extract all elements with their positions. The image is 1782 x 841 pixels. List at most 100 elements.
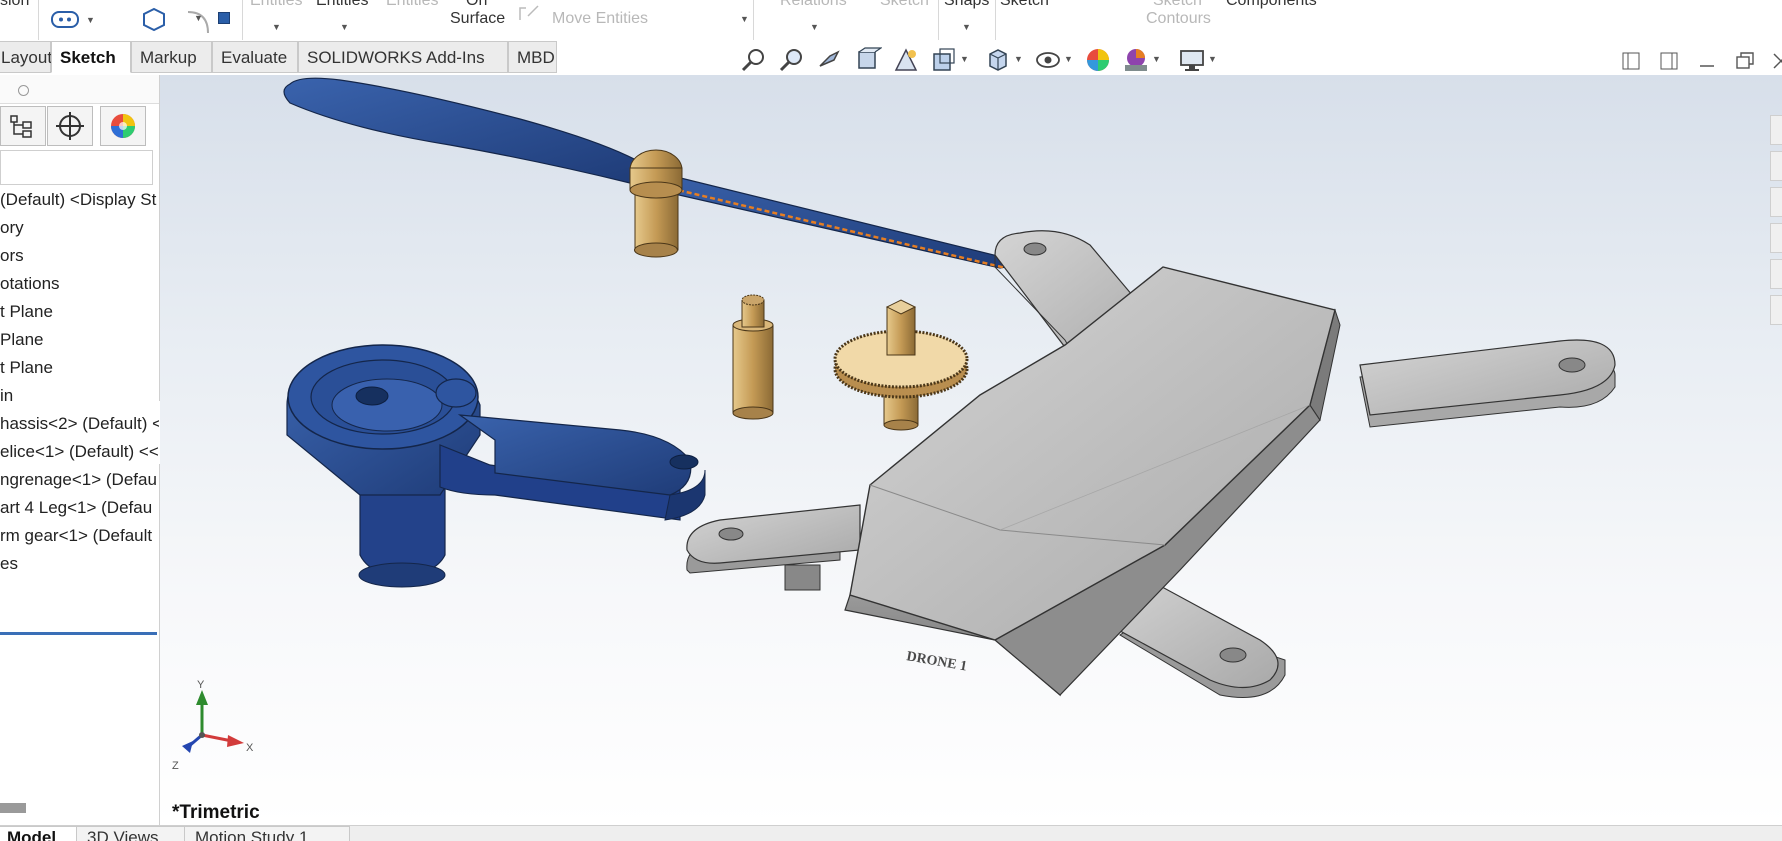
tab-model[interactable]: Model (0, 826, 78, 841)
ribbon-label-snaps[interactable]: Snaps (944, 0, 989, 10)
ribbon-label-entities[interactable]: Entities (386, 0, 438, 10)
apply-scene-icon[interactable] (1122, 46, 1150, 74)
crosshair-icon (56, 112, 84, 140)
tree-item-chassis[interactable]: hassis<2> (Default) < (0, 410, 159, 438)
featuremanager-tab[interactable] (0, 106, 46, 146)
tree-item-sensors[interactable]: ors (0, 242, 24, 270)
chevron-down-icon[interactable]: ▼ (740, 14, 749, 24)
tab-3d-views[interactable]: 3D Views (76, 826, 188, 841)
ribbon-label-components[interactable]: Components (1226, 0, 1317, 10)
chevron-down-icon[interactable]: ▼ (1014, 54, 1023, 64)
ribbon-separator (38, 0, 39, 40)
chevron-down-icon[interactable]: ▼ (340, 22, 349, 32)
triad-x-label: X (246, 742, 254, 754)
ribbon-label-contours[interactable]: Contours (1146, 10, 1211, 28)
collapse-panel-icon[interactable] (1620, 50, 1642, 72)
tree-item-helice[interactable]: elice<1> (Default) << (0, 438, 159, 466)
custom-properties-icon[interactable] (1770, 295, 1782, 325)
tree-item-front-plane[interactable]: t Plane (0, 298, 53, 326)
previous-view-icon[interactable] (816, 46, 844, 74)
tree-filter-input[interactable] (0, 150, 153, 185)
restore-icon[interactable] (1734, 50, 1756, 72)
chassis-engraving: DRONE 1 (905, 649, 968, 674)
chevron-down-icon[interactable]: ▼ (810, 22, 819, 32)
close-icon[interactable] (1770, 50, 1782, 72)
graphics-viewport[interactable]: DRONE 1 Y X Z (160, 75, 1782, 825)
ribbon-label-sketch[interactable]: Sketch (1000, 0, 1049, 10)
tab-markup[interactable]: Markup (131, 41, 212, 73)
display-style-icon[interactable] (984, 46, 1012, 74)
hide-show-items-icon[interactable] (1034, 46, 1062, 74)
chevron-down-icon[interactable]: ▼ (960, 54, 969, 64)
tab-mbd[interactable]: MBD (508, 41, 557, 73)
tab-motion-study-1[interactable]: Motion Study 1 (184, 826, 350, 841)
configuration-tab[interactable] (47, 106, 93, 146)
tab-solidworks-addins[interactable]: SOLIDWORKS Add-Ins (298, 41, 508, 73)
tree-item-engrenage[interactable]: ngrenage<1> (Defau (0, 466, 157, 494)
chassis-part[interactable]: DRONE 1 (686, 230, 1616, 698)
ribbon-separator (242, 0, 243, 40)
spur-gear-part[interactable] (833, 299, 969, 431)
ribbon-label-entities[interactable]: Entities (316, 0, 368, 10)
view-settings-icon[interactable] (1178, 46, 1206, 74)
chevron-down-icon[interactable]: ▼ (962, 22, 971, 32)
point-icon[interactable] (218, 12, 230, 24)
design-library-icon[interactable] (1770, 187, 1782, 217)
appearance-tab[interactable] (100, 106, 146, 146)
ribbon-separator (938, 0, 939, 40)
ribbon-label-sketch-contours[interactable]: Sketch (1153, 0, 1202, 10)
ribbon-label-entities[interactable]: Entities (250, 0, 302, 10)
expand-panel-icon[interactable] (1658, 50, 1680, 72)
tree-item-right-plane[interactable]: t Plane (0, 354, 53, 382)
pinion-shaft-part[interactable] (732, 294, 774, 420)
chevron-down-icon[interactable]: ▼ (194, 13, 203, 23)
edit-appearance-icon[interactable] (1084, 46, 1112, 74)
tree-item-display-states[interactable]: (Default) <Display St (0, 186, 156, 214)
tree-item-annotations[interactable]: otations (0, 270, 60, 298)
ribbon-label-relations[interactable]: Relations (780, 0, 847, 10)
chevron-down-icon[interactable]: ▼ (1064, 54, 1073, 64)
horizontal-scrollbar[interactable] (0, 803, 26, 813)
task-pane-tabs (1770, 115, 1782, 335)
tree-item-origin[interactable]: in (0, 382, 13, 410)
file-explorer-icon[interactable] (1770, 223, 1782, 253)
section-view-icon[interactable] (854, 46, 882, 74)
motor-arm-part[interactable] (286, 344, 706, 588)
tree-item-top-plane[interactable]: Plane (0, 326, 43, 354)
ribbon-label-sketch-dim[interactable]: Sketch (880, 0, 929, 10)
home-icon[interactable] (1770, 115, 1782, 145)
tree-item-part-4-leg[interactable]: art 4 Leg<1> (Defau (0, 494, 152, 522)
triad-y-label: Y (197, 679, 205, 691)
tab-sketch[interactable]: Sketch (51, 41, 131, 73)
ribbon-label-on[interactable]: On (466, 0, 487, 10)
tree-item-history[interactable]: ory (0, 214, 24, 242)
propeller-part[interactable] (283, 77, 1013, 271)
chevron-down-icon[interactable]: ▼ (1208, 54, 1217, 64)
tab-layout[interactable]: Layout (0, 41, 52, 73)
dynamic-annotation-icon[interactable] (892, 46, 920, 74)
move-entities-icon (519, 5, 539, 20)
svg-text:▼: ▼ (86, 15, 95, 25)
tab-evaluate[interactable]: Evaluate (212, 41, 298, 73)
sketch-tools-icons[interactable]: ▼ (50, 7, 210, 33)
appearances-icon[interactable] (1770, 259, 1782, 289)
triad-z-label: Z (172, 760, 179, 772)
zoom-to-area-icon[interactable] (778, 46, 806, 74)
move-entities-label[interactable]: Move Entities (552, 10, 648, 28)
coordinate-triad: Y X Z (172, 679, 254, 772)
ribbon-label-sion[interactable]: sion (0, 0, 29, 10)
rollback-bar[interactable] (0, 632, 157, 635)
color-wheel-icon (111, 114, 135, 138)
heads-up-view-toolbar: ▼ ▼ ▼ ▼ ▼ (738, 46, 1228, 76)
chevron-down-icon[interactable]: ▼ (1152, 54, 1161, 64)
zoom-to-fit-icon[interactable] (740, 46, 768, 74)
tree-item-worm-gear[interactable]: rm gear<1> (Default (0, 522, 152, 550)
view-orientation-icon[interactable] (930, 46, 958, 74)
chevron-down-icon[interactable]: ▼ (272, 22, 281, 32)
tree-item-mates[interactable]: es (0, 550, 18, 578)
resources-icon[interactable] (1770, 151, 1782, 181)
command-ribbon: sion ▼ ▼ Entities ▼ Entities ▼ Entities … (0, 0, 1782, 41)
pin-icon[interactable] (18, 85, 29, 96)
minimize-icon[interactable] (1696, 50, 1718, 72)
ribbon-label-surface[interactable]: Surface (450, 10, 505, 28)
